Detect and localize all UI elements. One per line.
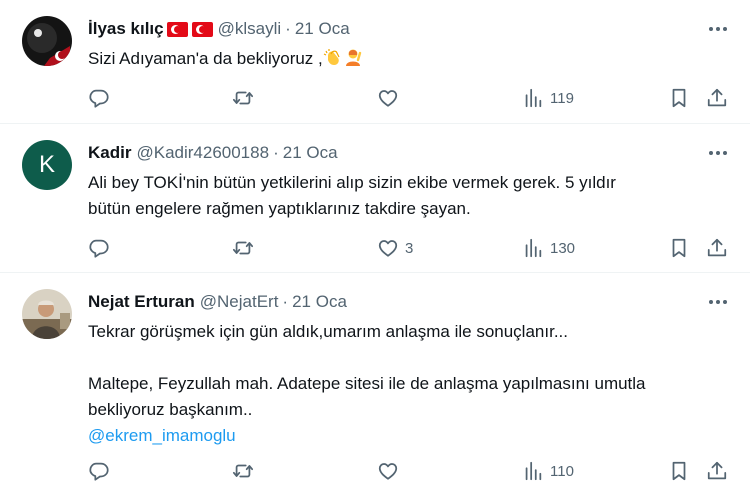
more-icon[interactable] [705, 142, 731, 164]
bookmark-icon [672, 88, 686, 108]
views-count: 119 [550, 89, 574, 107]
tweet-actions: 3 130 [0, 236, 750, 260]
mention-link[interactable]: @ekrem_imamoglu [88, 426, 236, 445]
reply-icon [89, 89, 109, 108]
reply-button[interactable] [88, 86, 110, 110]
retweet-button[interactable] [232, 236, 254, 260]
reply-button[interactable] [88, 459, 110, 483]
text-line: bekliyoruz başkanım.. [88, 400, 253, 419]
separator-dot: · [273, 143, 279, 162]
share-icon [707, 88, 727, 107]
bookmark-button[interactable] [668, 459, 690, 483]
tweet-text: Sizi Adıyaman'a da bekliyoruz , [88, 46, 726, 72]
bookmark-icon [672, 238, 686, 258]
tweet-actions: 110 [0, 459, 750, 483]
turkey-flag-emoji [191, 21, 213, 37]
tweet-header: İlyas kılıç @klsayli · 21 Oca [88, 18, 350, 40]
like-count: 3 [405, 239, 414, 257]
like-icon [378, 240, 398, 257]
timestamp[interactable]: 21 Oca [292, 292, 347, 312]
views-count: 110 [550, 462, 574, 480]
avatar-image [22, 289, 72, 339]
views-button[interactable]: 130 [522, 236, 575, 260]
text-line: bütün engelere rağmen yaptıklarınız takd… [88, 199, 471, 218]
separator-dot: · [285, 19, 291, 38]
views-icon [525, 461, 542, 481]
like-button[interactable]: 3 [377, 236, 413, 260]
views-icon [525, 88, 542, 108]
like-button[interactable] [377, 86, 405, 110]
reply-icon [89, 239, 109, 258]
share-icon [707, 238, 727, 257]
retweet-icon [232, 241, 254, 255]
author-name[interactable]: Nejat Erturan [88, 292, 195, 312]
bookmark-button[interactable] [668, 236, 690, 260]
tweet-1[interactable]: İlyas kılıç @klsayli · 21 Oca Sizi Adıya… [0, 0, 750, 124]
like-button[interactable] [377, 459, 405, 483]
share-button[interactable] [706, 236, 728, 260]
share-button[interactable] [706, 86, 728, 110]
author-handle[interactable]: @Kadir42600188 [136, 143, 269, 163]
avatar-letter: K [38, 151, 55, 178]
more-icon[interactable] [705, 291, 731, 313]
tweet-header: Nejat Erturan @NejatErt · 21 Oca [88, 291, 347, 313]
share-button[interactable] [706, 459, 728, 483]
tweet-actions: 119 [0, 86, 750, 110]
more-icon[interactable] [705, 18, 731, 40]
person-raising-hand-emoji [345, 49, 361, 66]
author-name[interactable]: İlyas kılıç [88, 19, 164, 39]
retweet-button[interactable] [232, 459, 254, 483]
timestamp[interactable]: 21 Oca [295, 19, 350, 39]
views-button[interactable]: 110 [522, 459, 574, 483]
share-icon [707, 461, 727, 480]
tweet-text: Tekrar görüşmek için gün aldık,umarım an… [88, 319, 726, 449]
retweet-icon [232, 91, 254, 105]
tweet-header: Kadir @Kadir42600188 · 21 Oca [88, 142, 338, 164]
text-line-blank [88, 345, 726, 371]
views-icon [525, 238, 542, 258]
like-icon [378, 463, 398, 480]
author-name[interactable]: Kadir [88, 143, 131, 163]
avatar-image [22, 16, 72, 66]
retweet-icon [232, 464, 254, 478]
clapping-hands-emoji [323, 49, 340, 65]
text-line-content: Sizi Adıyaman'a da bekliyoruz , [88, 49, 323, 68]
reply-button[interactable] [88, 236, 110, 260]
avatar[interactable] [22, 289, 72, 339]
like-icon [378, 90, 398, 107]
bookmark-icon [672, 461, 686, 481]
turkey-flag-emoji [166, 21, 188, 37]
text-line: Ali bey TOKİ'nin bütün yetkilerini alıp … [88, 173, 616, 192]
tweet-text: Ali bey TOKİ'nin bütün yetkilerini alıp … [88, 170, 726, 222]
tweet-3[interactable]: Nejat Erturan @NejatErt · 21 Oca Tekrar … [0, 273, 750, 493]
views-count: 130 [550, 239, 576, 257]
retweet-button[interactable] [232, 86, 254, 110]
reply-icon [89, 462, 109, 481]
tweet-2[interactable]: K Kadir @Kadir42600188 · 21 Oca Ali bey … [0, 124, 750, 273]
separator-dot: · [282, 292, 289, 311]
text-line: Maltepe, Feyzullah mah. Adatepe sitesi i… [88, 374, 646, 393]
bookmark-button[interactable] [668, 86, 690, 110]
avatar[interactable] [22, 16, 72, 66]
author-handle[interactable]: @NejatErt [200, 292, 279, 312]
views-button[interactable]: 119 [522, 86, 574, 110]
avatar[interactable]: K [22, 140, 72, 190]
timestamp[interactable]: 21 Oca [283, 143, 338, 163]
text-line: Sizi Adıyaman'a da bekliyoruz , [88, 46, 726, 72]
text-line: Tekrar görüşmek için gün aldık,umarım an… [88, 322, 568, 341]
author-handle[interactable]: @klsayli [218, 19, 282, 39]
